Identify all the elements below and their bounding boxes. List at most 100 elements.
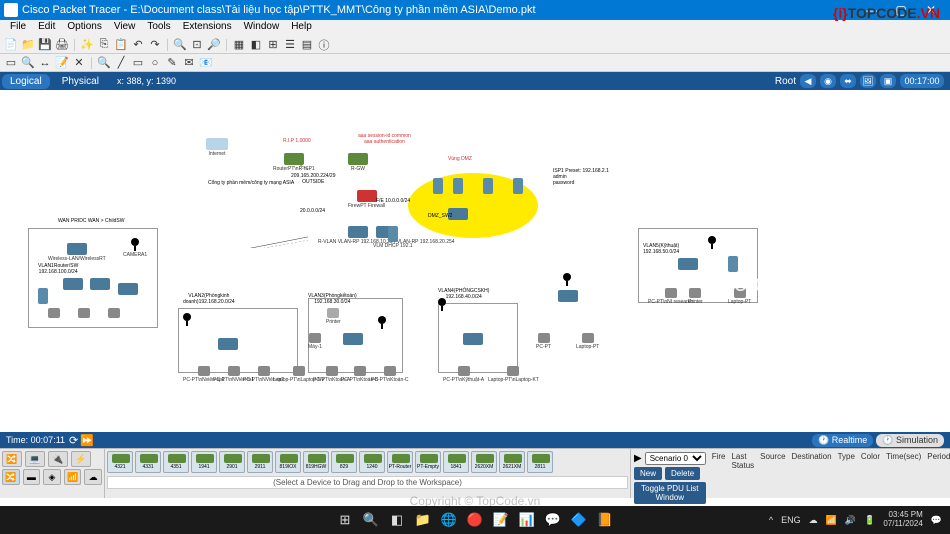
- camera-device-1[interactable]: CAMERA1: [123, 238, 147, 258]
- menu-edit[interactable]: Edit: [32, 20, 61, 36]
- wizard-icon[interactable]: ✨: [80, 38, 94, 52]
- table-icon[interactable]: ⊞: [266, 38, 280, 52]
- packet-tracer-icon[interactable]: 🔷: [569, 510, 589, 530]
- delete-scenario-button[interactable]: Delete: [665, 467, 700, 480]
- battery-icon[interactable]: 🔋: [864, 515, 875, 526]
- explorer-icon[interactable]: 📁: [413, 510, 433, 530]
- end-devices-category[interactable]: 💻: [25, 451, 45, 467]
- router-gateway[interactable]: R-GW: [348, 153, 368, 172]
- zoom-reset-icon[interactable]: ⊡: [190, 38, 204, 52]
- search-icon[interactable]: 🔍: [361, 510, 381, 530]
- physical-tab[interactable]: Physical: [54, 74, 107, 89]
- start-button[interactable]: ⊞: [335, 510, 355, 530]
- pc-c4-2[interactable]: Laptop-PT\nLaptop-KT: [488, 366, 539, 383]
- root-label[interactable]: Root: [775, 76, 796, 87]
- network-devices-category[interactable]: 🔀: [2, 451, 22, 467]
- device-829[interactable]: 829: [331, 451, 357, 473]
- hubs-subcategory[interactable]: ◈: [43, 469, 61, 485]
- scenario-arrow-icon[interactable]: ▶: [634, 453, 642, 464]
- print-icon[interactable]: 🖨: [55, 38, 69, 52]
- custom-device-icon[interactable]: ◧: [249, 38, 263, 52]
- device-2620xm[interactable]: 2620XM: [471, 451, 497, 473]
- pc-c4-1[interactable]: PC-PT\nKỹthuật-A: [443, 366, 484, 383]
- components-category[interactable]: 🔌: [48, 451, 68, 467]
- realtime-mode-button[interactable]: 🕐 Realtime: [812, 434, 873, 447]
- routers-subcategory[interactable]: 🔀: [2, 469, 20, 485]
- menu-options[interactable]: Options: [61, 20, 107, 36]
- open-file-icon[interactable]: 📁: [21, 38, 35, 52]
- server-core[interactable]: VLM DHCP 192.1: [373, 226, 413, 249]
- set-background-icon[interactable]: 🖼: [860, 74, 876, 88]
- language-indicator[interactable]: ENG: [781, 515, 801, 525]
- wireless-subcategory[interactable]: 📶: [64, 469, 82, 485]
- scenario-select[interactable]: Scenario 0: [645, 452, 706, 465]
- server-c1[interactable]: [38, 288, 48, 304]
- viewport-icon[interactable]: ▣: [880, 74, 896, 88]
- edge-icon[interactable]: 🌐: [439, 510, 459, 530]
- server-dmz4[interactable]: [513, 178, 523, 194]
- pc-c1-2[interactable]: [78, 308, 90, 318]
- menu-file[interactable]: File: [4, 20, 32, 36]
- word-icon[interactable]: 📝: [491, 510, 511, 530]
- notification-icon[interactable]: 💬: [931, 515, 942, 526]
- menu-tools[interactable]: Tools: [141, 20, 176, 36]
- cloud-internet[interactable]: Internet: [206, 138, 228, 157]
- task-view-icon[interactable]: ◧: [387, 510, 407, 530]
- undo-icon[interactable]: ↶: [131, 38, 145, 52]
- server-dmz3[interactable]: [483, 178, 493, 194]
- select-tool-icon[interactable]: ▭: [4, 56, 18, 70]
- camera-device-6[interactable]: [708, 236, 716, 249]
- tray-chevron-icon[interactable]: ^: [769, 515, 773, 525]
- switch-c3[interactable]: [343, 333, 363, 345]
- zoom-in-icon[interactable]: 🔍: [173, 38, 187, 52]
- switch-c1-1[interactable]: [63, 278, 83, 290]
- device-1941[interactable]: 1941: [191, 451, 217, 473]
- switch-c2[interactable]: [218, 338, 238, 350]
- device-2901[interactable]: 2901: [219, 451, 245, 473]
- move-tool-icon[interactable]: ↔: [38, 56, 52, 70]
- pc-c5-3[interactable]: Laptop-PT: [728, 288, 751, 305]
- logical-tab[interactable]: Logical: [2, 74, 50, 89]
- camera-device-4[interactable]: [438, 298, 446, 311]
- nav-back-icon[interactable]: ◀: [800, 74, 816, 88]
- server-dmz2[interactable]: [453, 178, 463, 194]
- zalo-icon[interactable]: 💬: [543, 510, 563, 530]
- chrome-icon[interactable]: 🔴: [465, 510, 485, 530]
- draw-palette-icon[interactable]: ▦: [232, 38, 246, 52]
- security-subcategory[interactable]: ☁: [84, 469, 102, 485]
- volume-icon[interactable]: 🔊: [845, 515, 856, 526]
- copy-icon[interactable]: ⎘: [97, 38, 111, 52]
- core-switch-2[interactable]: [348, 226, 368, 238]
- switch-c1-2[interactable]: [90, 278, 110, 290]
- server-c5[interactable]: [728, 256, 738, 272]
- pc-c5a-1[interactable]: PC-PT: [536, 333, 551, 350]
- add-complex-pdu-icon[interactable]: 📧: [199, 56, 213, 70]
- device-2621xm[interactable]: 2621XM: [499, 451, 525, 473]
- excel-icon[interactable]: 📊: [517, 510, 537, 530]
- inspect-icon[interactable]: 🔍: [97, 56, 111, 70]
- device-819iox[interactable]: 819IOX: [275, 451, 301, 473]
- pc-c5a-2[interactable]: Laptop-PT: [576, 333, 599, 350]
- list-icon[interactable]: ☰: [283, 38, 297, 52]
- pc-c3-4[interactable]: Máy-1: [308, 333, 322, 350]
- pc-c5-2[interactable]: Printer: [688, 288, 703, 305]
- redo-icon[interactable]: ↷: [148, 38, 162, 52]
- simulation-mode-button[interactable]: 🕐 Simulation: [876, 434, 944, 447]
- workspace-canvas[interactable]: TopCode.vn: [0, 90, 950, 432]
- camera-device-3[interactable]: [378, 316, 386, 329]
- server-dmz1[interactable]: [433, 178, 443, 194]
- device-ptempty[interactable]: PT-Empty: [415, 451, 441, 473]
- switch-c5a[interactable]: [558, 290, 578, 302]
- switches-subcategory[interactable]: ▬: [23, 469, 41, 485]
- device-4331[interactable]: 4331: [135, 451, 161, 473]
- menu-extensions[interactable]: Extensions: [177, 20, 238, 36]
- pc-c5-1[interactable]: PC-PT\nNI research: [648, 288, 693, 305]
- switch-c5[interactable]: [678, 258, 698, 270]
- camera-device-5[interactable]: [563, 273, 571, 286]
- switch-c1-3[interactable]: [118, 283, 138, 295]
- save-icon[interactable]: 💾: [38, 38, 52, 52]
- device-1240[interactable]: 1240: [359, 451, 385, 473]
- grid-icon[interactable]: ▤: [300, 38, 314, 52]
- access-point-1[interactable]: Wireless-LAN/WirelessRT: [48, 243, 106, 262]
- draw-ellipse-icon[interactable]: ○: [148, 56, 162, 70]
